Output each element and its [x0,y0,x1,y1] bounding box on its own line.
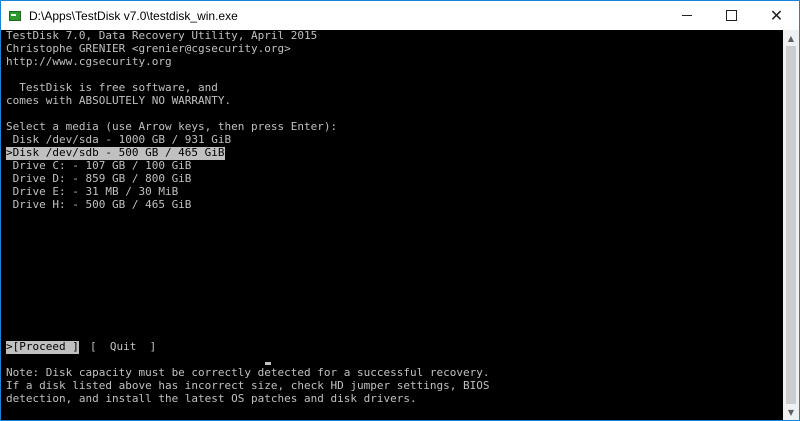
license-line-1: TestDisk is free software, and [6,81,218,94]
window-title: D:\Apps\TestDisk v7.0\testdisk_win.exe [29,8,238,23]
media-item-sdb-selected[interactable]: >Disk /dev/sdb - 500 GB / 465 GiB [6,146,225,160]
header-author-line: Christophe GRENIER <grenier@cgsecurity.o… [6,42,291,55]
maximize-button[interactable] [709,1,754,30]
media-item-drive-d[interactable]: Drive D: - 859 GB / 800 GiB [6,172,192,186]
text-cursor [265,362,271,365]
close-icon: ✕ [769,5,784,25]
minimize-button[interactable] [664,1,709,30]
license-line-2: comes with ABSOLUTELY NO WARRANTY. [6,94,232,107]
quit-button[interactable]: [ Quit ] [90,340,156,354]
media-item-drive-h[interactable]: Drive H: - 500 GB / 465 GiB [6,198,192,212]
close-button[interactable]: ✕ [754,1,799,30]
media-prompt: Select a media (use Arrow keys, then pre… [6,120,338,133]
proceed-button[interactable]: >[Proceed ] [6,340,79,354]
maximize-icon [726,10,737,21]
media-item-drive-c[interactable]: Drive C: - 107 GB / 100 GiB [6,159,192,173]
note-line-2: If a disk listed above has incorrect siz… [6,379,490,392]
header-url-line: http://www.cgsecurity.org [6,55,172,68]
title-bar[interactable]: D:\Apps\TestDisk v7.0\testdisk_win.exe ✕ [1,1,799,30]
media-item-sda[interactable]: Disk /dev/sda - 1000 GB / 931 GiB [6,133,232,147]
scroll-thumb[interactable] [786,46,796,404]
note-line-3: detection, and install the latest OS pat… [6,392,417,405]
scroll-up-arrow-icon[interactable]: ▲ [783,30,799,46]
vertical-scrollbar[interactable]: ▲ ▼ [783,30,799,420]
terminal-app-icon [9,9,23,23]
note-line-1: Note: Disk capacity must be correctly de… [6,366,490,379]
console-window: D:\Apps\TestDisk v7.0\testdisk_win.exe ✕… [0,0,800,421]
media-item-drive-e[interactable]: Drive E: - 31 MB / 30 MiB [6,185,179,199]
scroll-down-arrow-icon[interactable]: ▼ [783,404,799,420]
console-output[interactable]: TestDisk 7.0, Data Recovery Utility, Apr… [1,29,783,420]
minimize-icon [681,15,692,16]
header-title-line: TestDisk 7.0, Data Recovery Utility, Apr… [6,29,318,42]
